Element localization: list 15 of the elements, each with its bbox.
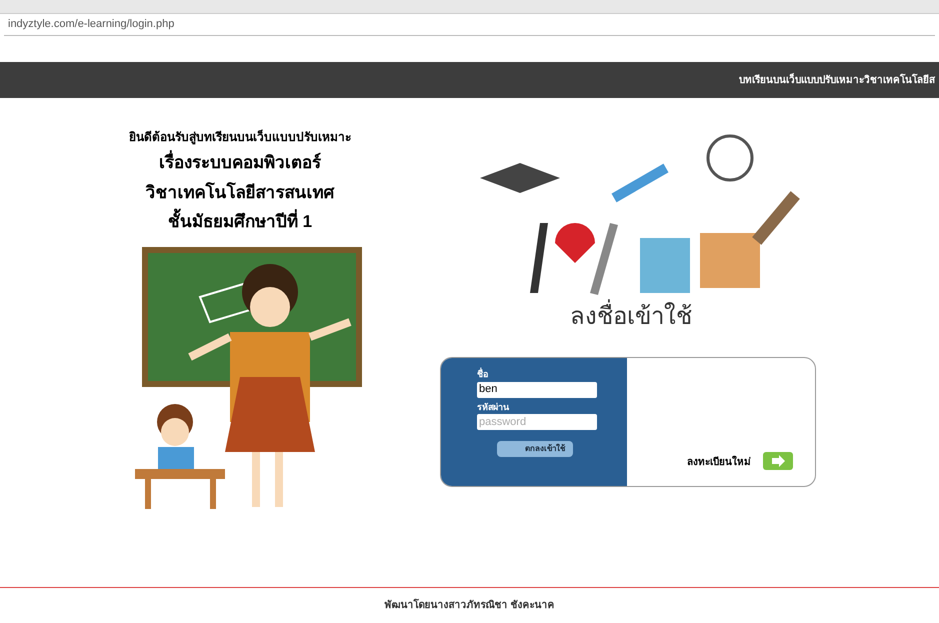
field-label: รหัสผ่าน xyxy=(477,400,510,414)
course-title: วิชาเทคโนโลยีสารสนเทศ xyxy=(146,181,334,204)
course-title: เรื่องระบบคอมพิวเตอร์ xyxy=(159,150,321,176)
course-title: ชั้นมัธยมศึกษาปีที่ 1 xyxy=(168,209,312,234)
footer-credit: พัฒนาโดยนางสาวภัทรณิชา ชังคะนาค xyxy=(384,598,554,613)
login-button[interactable]: ตกลงเข้าใช้ xyxy=(497,441,573,457)
input-field[interactable]: password xyxy=(477,414,597,430)
register-link[interactable]: ลงทะเบียนใหม่ xyxy=(687,455,751,470)
address-bar[interactable]: indyztyle.com/e-learning/login.php xyxy=(4,14,935,36)
welcome-text: ยินดีต้อนรับสู่บทเรียนบนเว็บแบบปรับเหมาะ xyxy=(129,128,351,146)
input-field[interactable]: ben xyxy=(477,382,597,398)
login-title: ลงชื่อเข้าใช้ xyxy=(570,299,939,335)
arrow-button-icon[interactable] xyxy=(763,452,793,470)
field-label: ชื่อ xyxy=(477,368,489,381)
header-title: บทเรียนบนเว็บแบบปรับเหมาะวิชาเทคโนโลยีส xyxy=(739,72,935,88)
